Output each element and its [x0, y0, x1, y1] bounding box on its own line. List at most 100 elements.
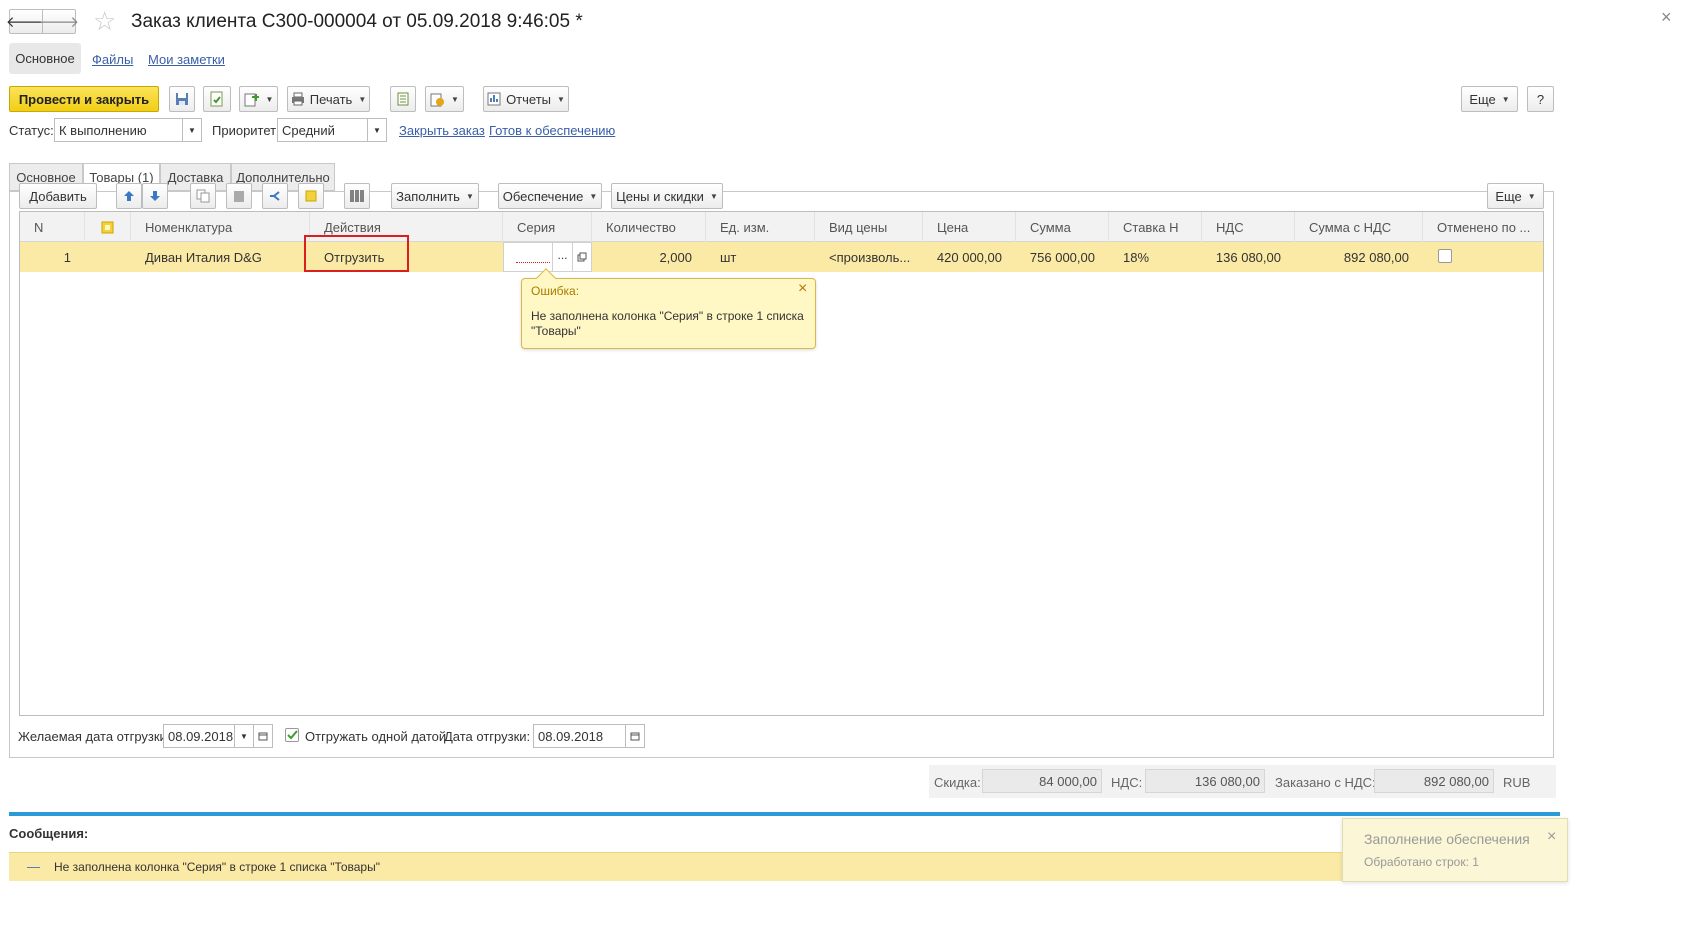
row-vat[interactable]: 136 080,00 [1202, 243, 1295, 272]
col-nomenclature[interactable]: Номенклатура [131, 212, 310, 242]
series-input[interactable]: ... [503, 242, 592, 272]
calendar-icon[interactable] [625, 724, 645, 748]
col-unit[interactable]: Ед. изм. [706, 212, 815, 242]
table-header: N Номенклатура Действия Серия Количество… [20, 212, 1543, 242]
desired-date-input[interactable]: 08.09.2018 ▼ [163, 724, 273, 748]
post-button[interactable] [203, 86, 231, 112]
section-files-link[interactable]: Файлы [92, 52, 133, 67]
chevron-down-icon: ▼ [1527, 191, 1536, 201]
section-notes-link[interactable]: Мои заметки [148, 52, 225, 67]
row-cancelled-checkbox[interactable] [1438, 249, 1452, 263]
back-button[interactable]: 🡐 [6, 9, 46, 34]
series-select-button[interactable]: ... [552, 243, 572, 271]
col-reserve[interactable] [85, 212, 131, 242]
error-title: Ошибка: [531, 284, 580, 298]
barcode-button[interactable] [344, 183, 370, 209]
priority-value: Средний [282, 122, 335, 138]
close-icon[interactable]: × [1547, 828, 1556, 846]
prices-discounts-label: Цены и скидки [616, 188, 704, 204]
vat-total-value: 136 080,00 [1145, 769, 1265, 793]
row-nomenclature[interactable]: Диван Италия D&G [131, 243, 310, 272]
fill-button[interactable]: Заполнить ▼ [391, 183, 479, 209]
pick-button[interactable] [298, 183, 324, 209]
priority-label: Приоритет: [212, 123, 280, 138]
ready-for-supply-link[interactable]: Готов к обеспечению [489, 123, 615, 138]
create-based-on-button[interactable]: ▼ [239, 86, 278, 112]
col-cancelled[interactable]: Отменено по ... [1423, 212, 1543, 242]
chevron-down-icon[interactable]: ▼ [182, 118, 202, 142]
barcode-icon [350, 190, 364, 202]
status-select[interactable]: К выполнению ▼ [54, 118, 202, 142]
row-sum-with-vat[interactable]: 892 080,00 [1295, 243, 1423, 272]
close-order-link[interactable]: Закрыть заказ [399, 123, 485, 138]
col-vat-rate[interactable]: Ставка Н [1109, 212, 1202, 242]
ship-date-input[interactable]: 08.09.2018 [533, 724, 645, 748]
calendar-icon[interactable] [253, 724, 273, 748]
chevron-down-icon: ▼ [265, 94, 274, 104]
chevron-down-icon: ▼ [589, 191, 598, 201]
supply-button[interactable]: Обеспечение ▼ [498, 183, 602, 209]
error-popup: Ошибка: × Не заполнена колонка "Серия" в… [521, 268, 816, 349]
copy-row-button[interactable] [190, 183, 216, 209]
row-unit[interactable]: шт [706, 243, 815, 272]
col-sum-with-vat[interactable]: Сумма с НДС [1295, 212, 1423, 242]
print-button[interactable]: Печать ▼ [287, 86, 370, 112]
split-row-button[interactable] [262, 183, 288, 209]
fill-label: Заполнить [396, 188, 460, 204]
col-price[interactable]: Цена [923, 212, 1016, 242]
arrow-right-icon: 🡒 [38, 14, 80, 31]
post-and-close-button[interactable]: Провести и закрыть [9, 86, 159, 112]
chevron-down-icon[interactable]: ▼ [367, 118, 387, 142]
one-date-checkbox[interactable] [285, 728, 299, 742]
row-quantity[interactable]: 2,000 [592, 243, 706, 272]
print-label: Печать [309, 91, 353, 107]
notification-text: Обработано строк: 1 [1364, 855, 1479, 869]
delete-row-button[interactable] [226, 183, 252, 209]
help-button[interactable]: ? [1527, 86, 1554, 112]
open-icon[interactable] [572, 243, 591, 271]
col-quantity[interactable]: Количество [592, 212, 706, 242]
message-item[interactable]: — Не заполнена колонка "Серия" в строке … [9, 852, 1560, 881]
close-icon[interactable]: × [1661, 7, 1672, 28]
close-icon[interactable]: × [798, 280, 807, 298]
add-row-button[interactable]: Добавить [19, 183, 97, 209]
save-button[interactable] [169, 86, 195, 112]
ship-date-label: Дата отгрузки: [444, 729, 531, 744]
col-sum[interactable]: Сумма [1016, 212, 1109, 242]
section-main[interactable]: Основное [9, 43, 81, 74]
priority-select[interactable]: Средний ▼ [277, 118, 387, 142]
row-price-type[interactable]: <произволь... [815, 243, 923, 272]
forward-button[interactable]: 🡒 [38, 9, 80, 34]
prices-discounts-button[interactable]: Цены и скидки ▼ [611, 183, 723, 209]
notification-title: Заполнение обеспечения [1364, 831, 1530, 847]
chevron-down-icon[interactable]: ▼ [234, 724, 254, 748]
more-label: Еще [1469, 91, 1496, 107]
create-based-icon [244, 93, 259, 107]
row-price[interactable]: 420 000,00 [923, 243, 1016, 272]
col-price-type[interactable]: Вид цены [815, 212, 923, 242]
vat-total-label: НДС: [1111, 775, 1143, 790]
page-title: Заказ клиента С300-000004 от 05.09.2018 … [131, 11, 583, 32]
chevron-down-icon: ▼ [557, 94, 565, 104]
items-more-button[interactable]: Еще ▼ [1487, 183, 1544, 209]
row-vat-rate[interactable]: 18% [1109, 243, 1202, 272]
chevron-down-icon: ▼ [709, 191, 718, 201]
one-date-label[interactable]: Отгружать одной датой [305, 729, 446, 744]
more-button[interactable]: Еще ▼ [1461, 86, 1518, 112]
move-down-button[interactable] [142, 183, 168, 209]
structure-button[interactable] [390, 86, 416, 112]
col-series[interactable]: Серия [503, 212, 592, 242]
save-icon [176, 93, 188, 105]
col-vat[interactable]: НДС [1202, 212, 1295, 242]
attachment-icon [430, 93, 445, 106]
attachments-button[interactable]: ▼ [425, 86, 464, 112]
row-sum[interactable]: 756 000,00 [1016, 243, 1109, 272]
move-up-button[interactable] [116, 183, 142, 209]
paste-icon [234, 191, 244, 202]
messages-header: Сообщения: [9, 826, 89, 841]
discount-label: Скидка: [934, 775, 981, 790]
col-n[interactable]: N [20, 212, 85, 242]
reports-button[interactable]: Отчеты ▼ [483, 86, 569, 112]
split-icon [270, 191, 280, 201]
star-icon[interactable]: ☆ [93, 6, 116, 37]
